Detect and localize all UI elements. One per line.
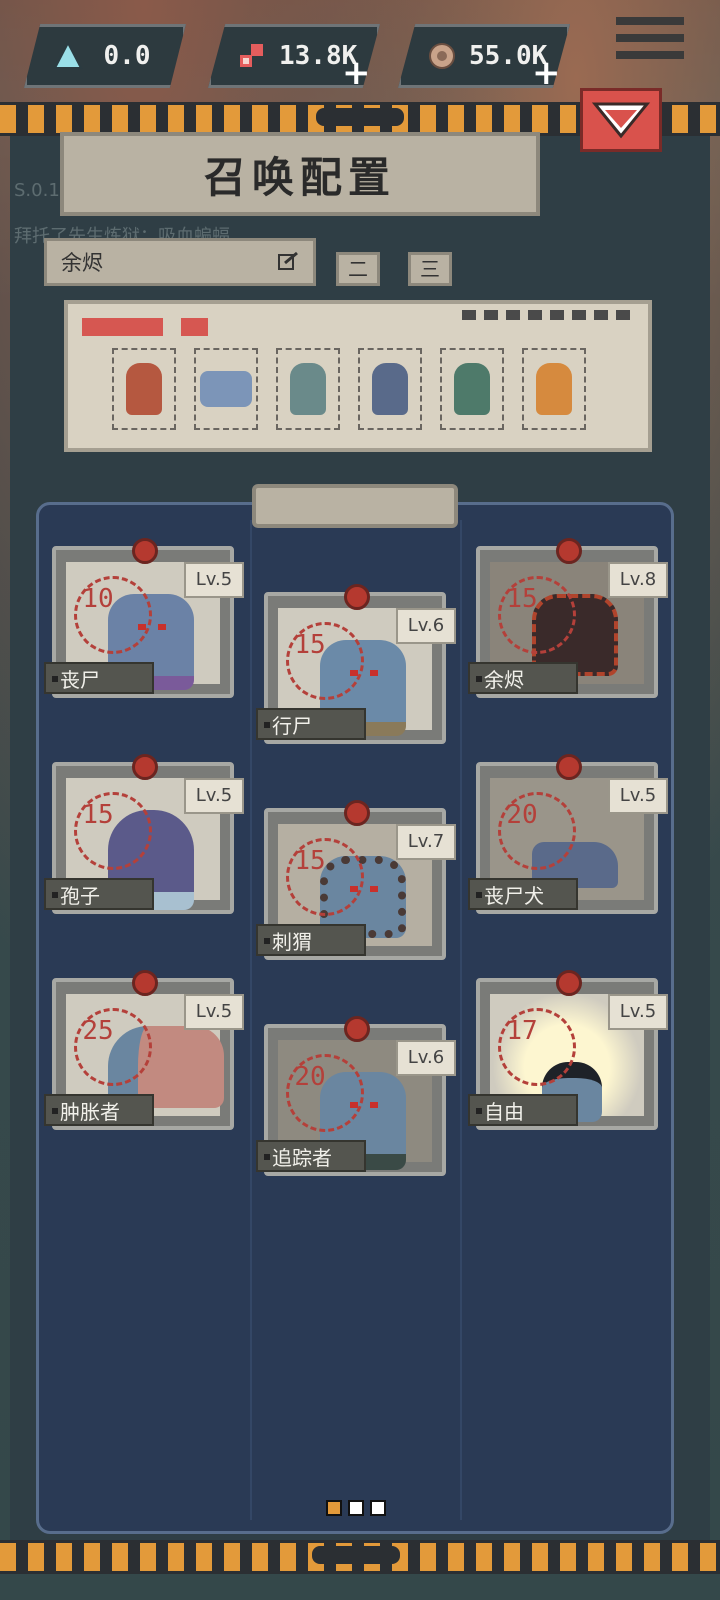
team-slot-2[interactable] (194, 348, 258, 430)
add-flesh-button[interactable]: + (342, 56, 371, 90)
monster-card-walker[interactable]: 15 Lv.6 行尸 (256, 584, 456, 744)
monster-name: 刺猬 (256, 924, 366, 956)
level-badge: Lv.8 (608, 562, 668, 598)
monster-name: 行尸 (256, 708, 366, 740)
tab-team-3[interactable]: 三 (408, 252, 452, 286)
level-badge: Lv.5 (184, 994, 244, 1030)
hooded-zombie-icon (372, 363, 408, 415)
summon-cost: 15 (294, 846, 326, 876)
summon-cost: 25 (82, 1016, 114, 1046)
search-value: 余烬 (61, 251, 103, 275)
crystal-icon (53, 41, 83, 69)
card-pin (344, 1016, 370, 1042)
monster-card-zombie[interactable]: 10 Lv.5 丧尸 (44, 538, 244, 698)
green-zombie-icon (454, 363, 490, 415)
summon-cost: 20 (294, 1062, 326, 1092)
team-slot-5[interactable] (440, 348, 504, 430)
summon-cost: 10 (82, 584, 114, 614)
summon-cost: 17 (506, 1016, 538, 1046)
menu-icon (616, 17, 684, 25)
level-badge: Lv.5 (184, 778, 244, 814)
add-bone-button[interactable]: + (532, 56, 561, 90)
page-dot-active[interactable] (326, 1500, 342, 1516)
team-slot-6[interactable] (522, 348, 586, 430)
summon-cost: 20 (506, 800, 538, 830)
horned-imp-icon (126, 363, 162, 415)
monster-card-free[interactable]: 17 Lv.5 自由 (468, 970, 668, 1130)
monster-card-hedgehog[interactable]: 15 Lv.7 刺猬 (256, 800, 456, 960)
chevron-down-icon (591, 102, 651, 139)
edit-icon (278, 251, 298, 270)
bottom-stripe-handle (312, 1546, 400, 1564)
team-lineup (64, 300, 652, 452)
summon-cost: 15 (506, 584, 538, 614)
zombie-dog-icon (200, 371, 252, 407)
monster-name: 丧尸犬 (468, 878, 578, 910)
monster-name: 肿胀者 (44, 1094, 154, 1126)
level-badge: Lv.6 (396, 608, 456, 644)
level-badge: Lv.5 (608, 994, 668, 1030)
monster-name: 自由 (468, 1094, 578, 1126)
page-dot[interactable] (370, 1500, 386, 1516)
level-badge: Lv.5 (608, 778, 668, 814)
flesh-icon (240, 44, 263, 67)
card-pin (344, 800, 370, 826)
board-lane (250, 520, 252, 1520)
page-dot[interactable] (348, 1500, 364, 1516)
monster-name: 追踪者 (256, 1140, 366, 1172)
hardhat-zombie-icon (536, 363, 572, 415)
card-pin (132, 538, 158, 564)
level-badge: Lv.5 (184, 562, 244, 598)
search-input[interactable]: 余烬 (44, 238, 316, 286)
blood-splatter (82, 318, 262, 336)
monster-card-tracker[interactable]: 20 Lv.6 追踪者 (256, 1016, 456, 1176)
menu-button[interactable] (612, 8, 688, 78)
card-pin (556, 754, 582, 780)
crystal-value: 0.0 (103, 41, 151, 71)
summon-cost: 15 (82, 800, 114, 830)
monster-card-ember[interactable]: 15 Lv.8 余烬 (468, 538, 668, 698)
tab-team-2[interactable]: 二 (336, 252, 380, 286)
resource-crystal: 0.0 (24, 24, 186, 88)
monster-card-zombie-dog[interactable]: 20 Lv.5 丧尸犬 (468, 754, 668, 914)
monster-name: 余烬 (468, 662, 578, 694)
card-pin (556, 538, 582, 564)
monster-name: 孢子 (44, 878, 154, 910)
monster-name: 丧尸 (44, 662, 154, 694)
top-stripe-handle (316, 108, 404, 126)
card-pin (556, 970, 582, 996)
board-lane (460, 520, 462, 1520)
roster-tab (252, 484, 458, 528)
team-slot-1[interactable] (112, 348, 176, 430)
page-indicator (326, 1500, 386, 1516)
background-ghost-text-1: S.0.1 (14, 180, 60, 201)
monster-card-spore[interactable]: 15 Lv.5 孢子 (44, 754, 244, 914)
bone-icon (429, 43, 455, 69)
close-panel-button[interactable] (580, 88, 662, 152)
team-slot-3[interactable] (276, 348, 340, 430)
spiky-zombie-icon (290, 363, 326, 415)
lineup-dots (462, 310, 630, 320)
card-pin (344, 584, 370, 610)
team-slot-4[interactable] (358, 348, 422, 430)
card-pin (132, 970, 158, 996)
summon-cost: 15 (294, 630, 326, 660)
level-badge: Lv.7 (396, 824, 456, 860)
monster-card-bloater[interactable]: 25 Lv.5 肿胀者 (44, 970, 244, 1130)
page-title: 召唤配置 (60, 132, 540, 216)
level-badge: Lv.6 (396, 1040, 456, 1076)
card-pin (132, 754, 158, 780)
